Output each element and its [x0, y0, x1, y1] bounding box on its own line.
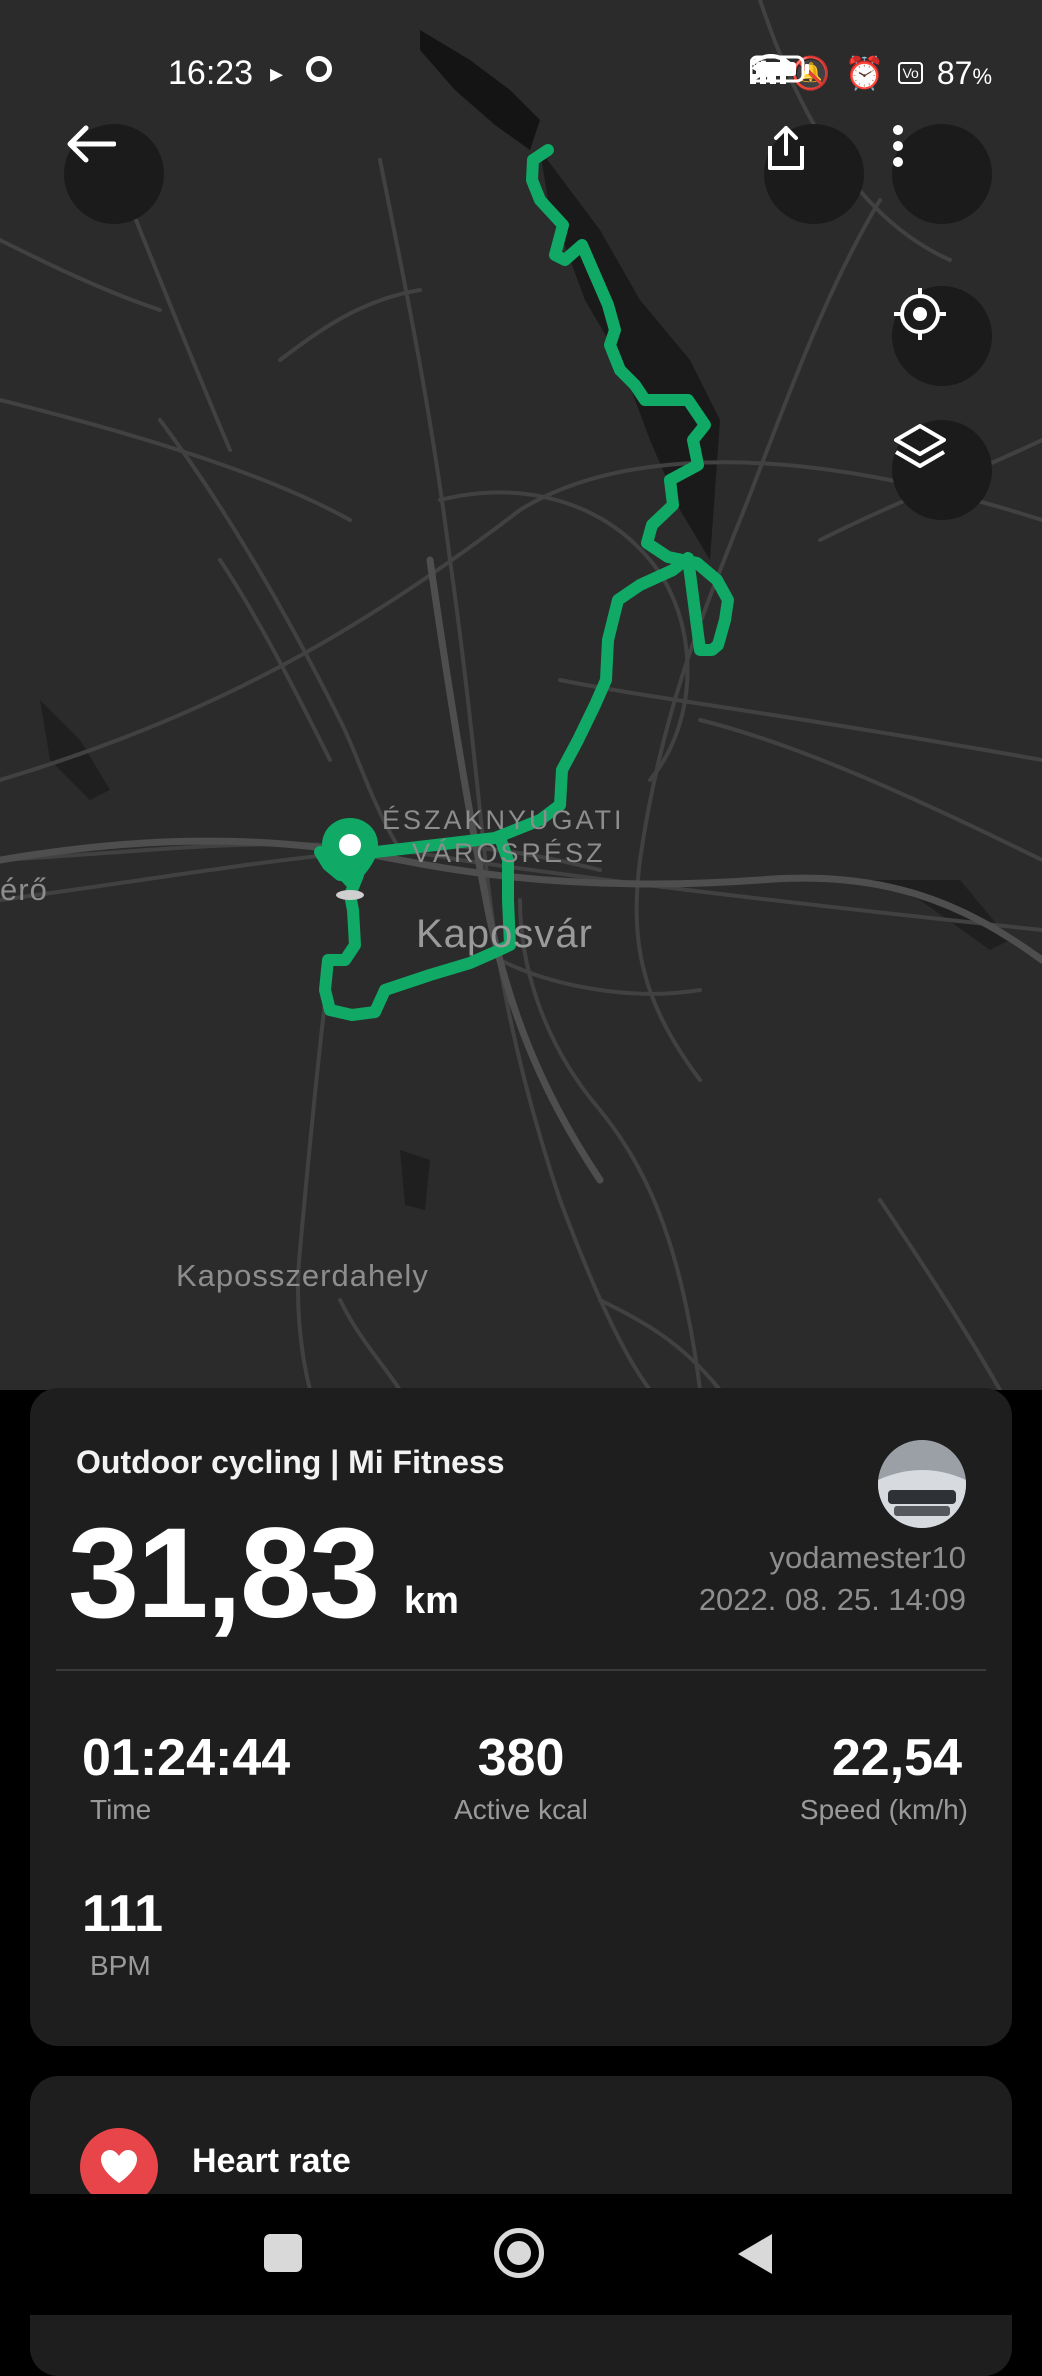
status-icons: ✱ 🔕 ⏰ Vo 87%: [749, 54, 992, 92]
more-vertical-icon: [893, 125, 903, 167]
stat-time-value: 01:24:44: [82, 1729, 291, 1787]
activity-datetime: 2022. 08. 25. 14:09: [698, 1582, 966, 1617]
volte-icon: Vo: [898, 62, 923, 84]
map-label-district-1: ÉSZAKNYUGATI: [382, 805, 625, 835]
divider: [56, 1669, 986, 1671]
map-label-district-2: VÁROSRÉSZ: [412, 838, 606, 868]
status-time: 16:23: [168, 54, 254, 92]
record-icon: [306, 56, 332, 82]
locate-target-icon: [894, 288, 946, 340]
back-button[interactable]: [64, 124, 164, 224]
layers-button[interactable]: [892, 420, 992, 520]
map-label-village: Kaposszerdahely: [176, 1258, 429, 1293]
circle-home-icon[interactable]: [494, 2228, 544, 2278]
avatar-image: [878, 1440, 966, 1528]
stat-bpm-value: 111: [82, 1885, 164, 1943]
locate-button[interactable]: [892, 286, 992, 386]
activity-title: Outdoor cycling | Mi Fitness: [76, 1444, 505, 1480]
stat-speed: 22,54 Speed (km/h): [800, 1729, 968, 1826]
battery-unit: %: [972, 63, 992, 89]
battery-percent: 87: [936, 54, 973, 91]
map-label-city: Kaposvár: [416, 912, 593, 956]
map-label-left-edge: érő: [0, 872, 48, 907]
distance-value: 31,83: [68, 1502, 380, 1645]
heart-icon: [101, 2150, 137, 2183]
distance-unit: km: [404, 1580, 459, 1622]
system-nav-bar: [0, 2194, 1042, 2315]
arrow-left-icon: [67, 125, 116, 163]
square-icon[interactable]: [264, 2234, 302, 2272]
heart-rate-title: Heart rate: [192, 2142, 351, 2180]
share-icon: [768, 126, 804, 170]
stat-bpm-label: BPM: [90, 1950, 151, 1981]
share-button[interactable]: [764, 124, 864, 224]
stat-time-label: Time: [90, 1794, 152, 1825]
stat-speed-label: Speed (km/h): [799, 1794, 968, 1825]
stat-speed-value: 22,54: [831, 1729, 962, 1787]
triangle-back-icon[interactable]: [734, 2232, 774, 2276]
layers-icon: [894, 424, 946, 468]
status-bar: 16:23 ▸ ✱ 🔕 ⏰ Vo 87%: [0, 40, 1042, 106]
avatar[interactable]: [878, 1440, 966, 1528]
activity-summary-card: Outdoor cycling | Mi Fitness 31,83 km yo…: [30, 1388, 1012, 2046]
alarm-icon: ⏰: [844, 55, 885, 91]
navigation-arrow-icon: ▸: [270, 58, 284, 88]
stat-time: 01:24:44 Time: [82, 1732, 290, 1826]
map-canvas: [0, 0, 1042, 1390]
more-button[interactable]: [892, 124, 992, 224]
route-map[interactable]: ÉSZAKNYUGATI VÁROSRÉSZ Kaposvár Kapossze…: [0, 0, 1042, 1390]
stat-bpm: 111 BPM: [82, 1888, 163, 1982]
battery-icon: [749, 55, 809, 83]
username: yodamester10: [769, 1540, 966, 1575]
